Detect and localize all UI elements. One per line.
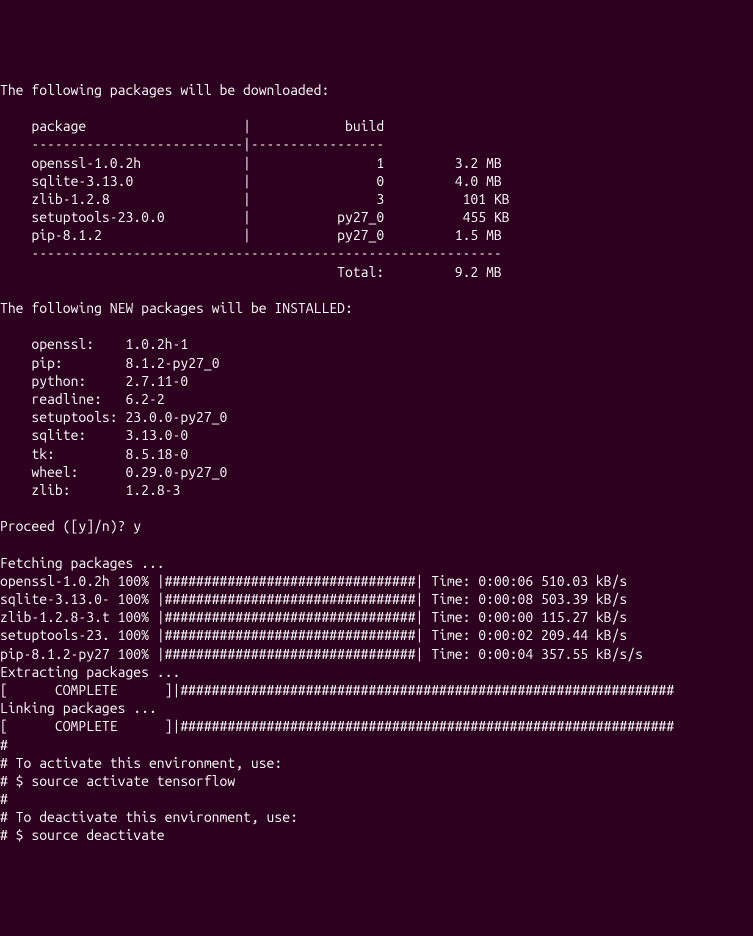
time-label-3: Time: [431,627,470,643]
dl-pkg-0: openssl-1.0.2h [31,155,141,171]
inst-name-8: zlib: [31,482,70,498]
progress-bar-3: |################################| [157,627,424,643]
deactivate-cmd: # $ source deactivate [0,827,165,843]
separator-2: ----------------------------------------… [0,245,502,261]
deactivate-msg: # To deactivate this environment, use: [0,809,298,825]
download-header: The following packages will be downloade… [0,82,329,98]
fetch-rate-2: 115.27 kB/s [541,609,627,625]
inst-name-7: wheel: [31,464,78,480]
fetch-pkg-2: zlib-1.2.8-3.t [0,609,110,625]
fetch-rate-0: 510.03 kB/s [541,573,627,589]
total-size: 9.2 MB [455,264,502,280]
inst-name-6: tk: [31,446,55,462]
fetch-pkg-1: sqlite-3.13.0- [0,591,110,607]
dl-size-0: 3.2 MB [455,155,502,171]
inst-ver-4: 23.0.0-py27_0 [125,409,227,425]
inst-name-3: readline: [31,391,102,407]
fetch-time-0: 0:00:06 [478,573,533,589]
fetch-pkg-3: setuptools-23. [0,627,110,643]
time-label-0: Time: [431,573,470,589]
col-build: build [345,118,384,134]
progress-bar-0: |################################| [157,573,424,589]
fetching-msg: Fetching packages ... [0,555,165,571]
inst-ver-7: 0.29.0-py27_0 [125,464,227,480]
dl-size-4: 1.5 MB [455,227,502,243]
time-label-4: Time: [431,646,470,662]
inst-ver-8: 1.2.8-3 [125,482,180,498]
col-package: package [31,118,86,134]
dl-build-4: py27_0 [337,227,384,243]
inst-name-2: python: [31,373,86,389]
inst-ver-1: 8.1.2-py27_0 [125,355,219,371]
fetch-pkg-4: pip-8.1.2-py27 [0,646,110,662]
complete-link: [ COMPLETE ]|###########################… [0,718,674,734]
separator-1: ---------------------------|------------… [0,136,384,152]
fetch-rate-1: 503.39 kB/s [541,591,627,607]
fetch-time-1: 0:00:08 [478,591,533,607]
terminal-output: The following packages will be downloade… [0,81,753,845]
dl-build-2: 3 [376,191,384,207]
fetch-pct-3: 100% [118,627,149,643]
fetch-pct-0: 100% [118,573,149,589]
dl-pkg-1: sqlite-3.13.0 [31,173,133,189]
dl-size-2: 101 KB [463,191,510,207]
fetch-time-2: 0:00:00 [478,609,533,625]
dl-size-3: 455 KB [463,209,510,225]
inst-ver-0: 1.0.2h-1 [125,336,188,352]
progress-bar-1: |################################| [157,591,424,607]
time-label-1: Time: [431,591,470,607]
fetch-time-4: 0:00:04 [478,646,533,662]
fetch-pct-1: 100% [118,591,149,607]
inst-name-4: setuptools: [31,409,117,425]
total-label: Total: [337,264,384,280]
fetch-rate-3: 209.44 kB/s [541,627,627,643]
inst-name-5: sqlite: [31,427,86,443]
progress-bar-2: |################################| [157,609,424,625]
complete-extract: [ COMPLETE ]|###########################… [0,682,674,698]
proceed-answer[interactable]: y [133,518,141,534]
fetch-time-3: 0:00:02 [478,627,533,643]
dl-pkg-3: setuptools-23.0.0 [31,209,164,225]
inst-ver-6: 8.5.18-0 [125,446,188,462]
linking-msg: Linking packages ... [0,700,157,716]
proceed-prompt: Proceed ([y]/n)? [0,518,133,534]
time-label-2: Time: [431,609,470,625]
dl-build-1: 0 [376,173,384,189]
dl-build-0: 1 [376,155,384,171]
fetch-pkg-0: openssl-1.0.2h [0,573,110,589]
dl-size-1: 4.0 MB [455,173,502,189]
inst-ver-3: 6.2-2 [125,391,164,407]
inst-ver-2: 2.7.11-0 [125,373,188,389]
fetch-pct-4: 100% [118,646,149,662]
hash-2: # [0,791,8,807]
fetch-rate-4: 357.55 kB/s/s [541,646,643,662]
dl-build-3: py27_0 [337,209,384,225]
inst-name-0: openssl: [31,336,94,352]
activate-msg: # To activate this environment, use: [0,755,282,771]
dl-pkg-4: pip-8.1.2 [31,227,102,243]
inst-name-1: pip: [31,355,62,371]
extracting-msg: Extracting packages ... [0,664,180,680]
inst-ver-5: 3.13.0-0 [125,427,188,443]
fetch-pct-2: 100% [118,609,149,625]
dl-pkg-2: zlib-1.2.8 [31,191,109,207]
activate-cmd: # $ source activate tensorflow [0,773,235,789]
progress-bar-4: |################################| [157,646,424,662]
hash-1: # [0,737,8,753]
installed-header: The following NEW packages will be INSTA… [0,300,353,316]
